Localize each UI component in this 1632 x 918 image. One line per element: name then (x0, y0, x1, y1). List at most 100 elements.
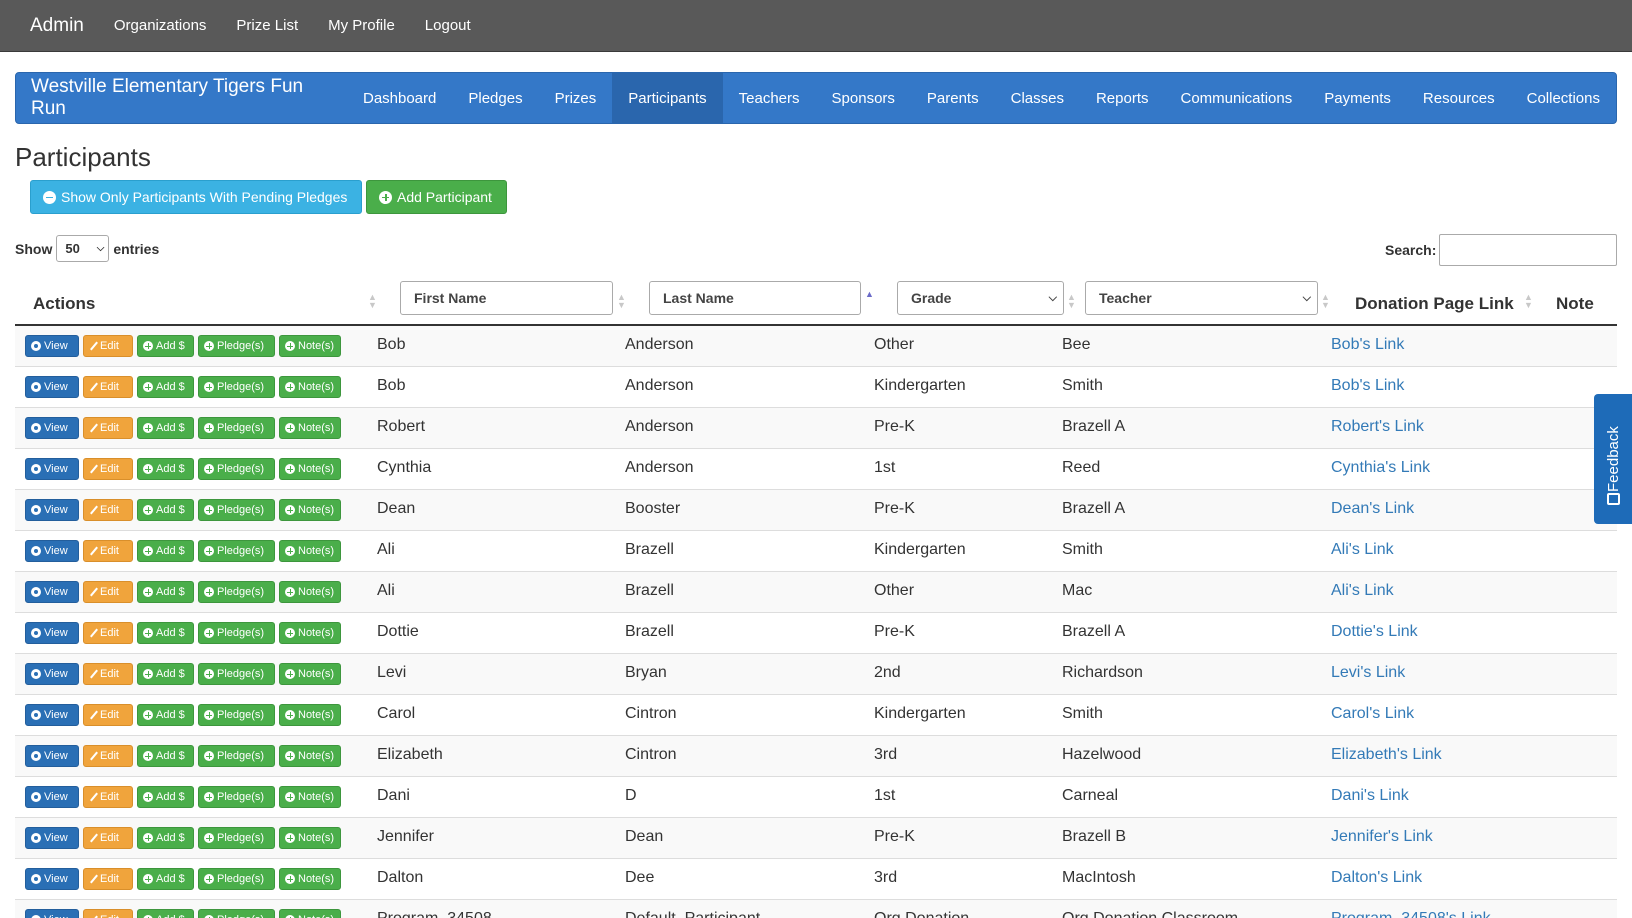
pledges-button[interactable]: Pledge(s) (198, 745, 275, 767)
donation-link[interactable]: Dean's Link (1331, 500, 1414, 518)
donation-link[interactable]: Levi's Link (1331, 664, 1405, 682)
view-button[interactable]: View (25, 786, 79, 808)
notes-button[interactable]: Note(s) (279, 335, 341, 357)
notes-button[interactable]: Note(s) (279, 909, 341, 918)
view-button[interactable]: View (25, 581, 79, 603)
sort-ascending-icon[interactable]: ▲ (865, 290, 874, 299)
view-button[interactable]: View (25, 909, 79, 918)
admin-brand[interactable]: Admin (30, 15, 84, 37)
notes-button[interactable]: Note(s) (279, 704, 341, 726)
add-participant-button[interactable]: Add Participant (366, 180, 507, 214)
tab-communications[interactable]: Communications (1165, 73, 1309, 123)
edit-button[interactable]: Edit (83, 335, 133, 357)
donation-link[interactable]: Dani's Link (1331, 787, 1409, 805)
sort-icon[interactable]: ▲ ▼ (1067, 293, 1076, 310)
donation-link[interactable]: Bob's Link (1331, 336, 1404, 354)
campaign-brand[interactable]: Westville Elementary Tigers Fun Run (16, 73, 347, 123)
sort-icon[interactable]: ▲ ▼ (1524, 293, 1533, 310)
donation-link[interactable]: Dalton's Link (1331, 869, 1422, 887)
add-money-button[interactable]: Add $ (137, 827, 194, 849)
edit-button[interactable]: Edit (83, 663, 133, 685)
entries-select[interactable]: 50 ⌵ (56, 235, 110, 262)
edit-button[interactable]: Edit (83, 581, 133, 603)
add-money-button[interactable]: Add $ (137, 376, 194, 398)
tab-parents[interactable]: Parents (911, 73, 995, 123)
tab-teachers[interactable]: Teachers (723, 73, 816, 123)
tab-payments[interactable]: Payments (1308, 73, 1407, 123)
view-button[interactable]: View (25, 540, 79, 562)
pledges-button[interactable]: Pledge(s) (198, 622, 275, 644)
pledges-button[interactable]: Pledge(s) (198, 704, 275, 726)
sort-icon[interactable]: ▲ ▼ (1321, 293, 1330, 310)
tab-participants[interactable]: Participants (612, 73, 723, 123)
sort-icon[interactable]: ▲ ▼ (617, 293, 626, 310)
add-money-button[interactable]: Add $ (137, 868, 194, 890)
tab-dashboard[interactable]: Dashboard (347, 73, 452, 123)
edit-button[interactable]: Edit (83, 540, 133, 562)
donation-link[interactable]: Bob's Link (1331, 377, 1404, 395)
view-button[interactable]: View (25, 622, 79, 644)
first-name-filter[interactable]: First Name (400, 281, 613, 315)
add-money-button[interactable]: Add $ (137, 540, 194, 562)
view-button[interactable]: View (25, 499, 79, 521)
notes-button[interactable]: Note(s) (279, 417, 341, 439)
view-button[interactable]: View (25, 417, 79, 439)
edit-button[interactable]: Edit (83, 417, 133, 439)
edit-button[interactable]: Edit (83, 868, 133, 890)
nav-my-profile[interactable]: My Profile (328, 17, 395, 34)
view-button[interactable]: View (25, 663, 79, 685)
add-money-button[interactable]: Add $ (137, 786, 194, 808)
edit-button[interactable]: Edit (83, 622, 133, 644)
add-money-button[interactable]: Add $ (137, 663, 194, 685)
donation-link[interactable]: Program_34508's Link (1331, 910, 1491, 918)
donation-link[interactable]: Ali's Link (1331, 541, 1394, 559)
show-pending-pledges-button[interactable]: Show Only Participants With Pending Pled… (30, 180, 362, 214)
feedback-tab[interactable]: Feedback (1594, 394, 1632, 524)
view-button[interactable]: View (25, 868, 79, 890)
tab-sponsors[interactable]: Sponsors (816, 73, 911, 123)
notes-button[interactable]: Note(s) (279, 458, 341, 480)
view-button[interactable]: View (25, 458, 79, 480)
pledges-button[interactable]: Pledge(s) (198, 458, 275, 480)
pledges-button[interactable]: Pledge(s) (198, 417, 275, 439)
notes-button[interactable]: Note(s) (279, 745, 341, 767)
view-button[interactable]: View (25, 745, 79, 767)
edit-button[interactable]: Edit (83, 458, 133, 480)
notes-button[interactable]: Note(s) (279, 786, 341, 808)
pledges-button[interactable]: Pledge(s) (198, 581, 275, 603)
donation-link[interactable]: Carol's Link (1331, 705, 1414, 723)
add-money-button[interactable]: Add $ (137, 745, 194, 767)
notes-button[interactable]: Note(s) (279, 663, 341, 685)
grade-select[interactable]: Grade ⌵ (897, 281, 1064, 315)
nav-logout[interactable]: Logout (425, 17, 471, 34)
last-name-filter[interactable]: Last Name (649, 281, 861, 315)
add-money-button[interactable]: Add $ (137, 622, 194, 644)
nav-organizations[interactable]: Organizations (114, 17, 207, 34)
notes-button[interactable]: Note(s) (279, 827, 341, 849)
tab-collections[interactable]: Collections (1511, 73, 1616, 123)
pledges-button[interactable]: Pledge(s) (198, 827, 275, 849)
view-button[interactable]: View (25, 335, 79, 357)
pledges-button[interactable]: Pledge(s) (198, 868, 275, 890)
sort-icon[interactable]: ▲ ▼ (368, 293, 377, 310)
donation-link[interactable]: Cynthia's Link (1331, 459, 1430, 477)
teacher-select[interactable]: Teacher ⌵ (1085, 281, 1318, 315)
notes-button[interactable]: Note(s) (279, 499, 341, 521)
edit-button[interactable]: Edit (83, 745, 133, 767)
donation-link[interactable]: Elizabeth's Link (1331, 746, 1442, 764)
notes-button[interactable]: Note(s) (279, 868, 341, 890)
add-money-button[interactable]: Add $ (137, 458, 194, 480)
add-money-button[interactable]: Add $ (137, 704, 194, 726)
edit-button[interactable]: Edit (83, 704, 133, 726)
tab-resources[interactable]: Resources (1407, 73, 1511, 123)
edit-button[interactable]: Edit (83, 786, 133, 808)
tab-reports[interactable]: Reports (1080, 73, 1165, 123)
edit-button[interactable]: Edit (83, 376, 133, 398)
search-input[interactable] (1439, 234, 1617, 266)
pledges-button[interactable]: Pledge(s) (198, 786, 275, 808)
view-button[interactable]: View (25, 704, 79, 726)
pledges-button[interactable]: Pledge(s) (198, 663, 275, 685)
donation-link[interactable]: Dottie's Link (1331, 623, 1418, 641)
notes-button[interactable]: Note(s) (279, 540, 341, 562)
pledges-button[interactable]: Pledge(s) (198, 376, 275, 398)
